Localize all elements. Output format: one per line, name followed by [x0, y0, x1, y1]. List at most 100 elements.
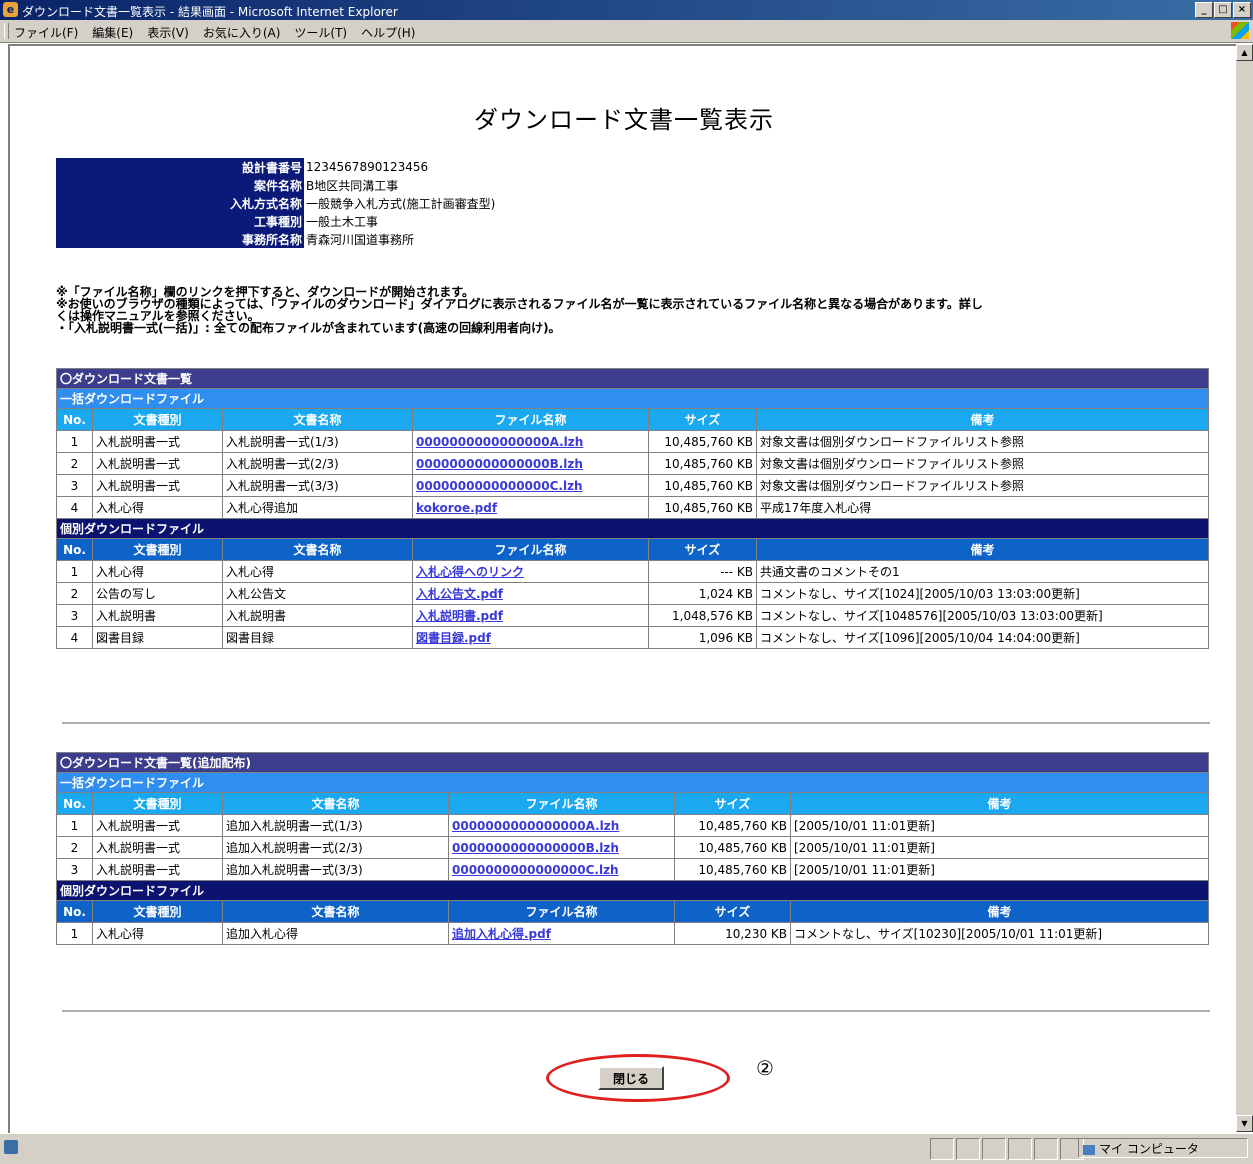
- close-window-button[interactable]: ×: [1233, 2, 1251, 18]
- file-download-link[interactable]: 追加入札心得.pdf: [452, 927, 551, 941]
- doc-type-cell: 公告の写し: [92, 582, 223, 605]
- file-download-link[interactable]: 0000000000000000B.lzh: [452, 841, 619, 855]
- file-name-cell: 0000000000000000A.lzh: [448, 814, 675, 837]
- col-header-size: サイズ: [674, 900, 791, 923]
- file-download-link[interactable]: 0000000000000000A.lzh: [416, 435, 583, 449]
- col-header-note: 備考: [756, 538, 1209, 561]
- row-number: 1: [56, 560, 93, 583]
- col-header-type: 文書種別: [92, 538, 223, 561]
- page-viewport: ダウンロード文書一覧表示 設計書番号 1234567890123456 案件名称 B…: [8, 44, 1238, 1134]
- individual-download-heading: 個別ダウンロードファイル: [56, 880, 1209, 901]
- file-download-link[interactable]: kokoroe.pdf: [416, 501, 497, 515]
- menu-edit[interactable]: 編集(E): [92, 24, 133, 41]
- file-download-link[interactable]: 入札心得へのリンク: [416, 565, 524, 579]
- minimize-button[interactable]: _: [1195, 2, 1213, 18]
- col-header-note: 備考: [790, 900, 1209, 923]
- info-row: 工事種別 一般土木工事: [56, 212, 497, 230]
- table-row: 1 入札説明書一式 追加入札説明書一式(1/3) 0000000000000000A.…: [56, 814, 1209, 837]
- info-label: 案件名称: [56, 176, 304, 194]
- note-line: ・「入札説明書一式(一括)」: 全ての配布ファイルが含まれています(高速の回線利…: [56, 321, 561, 335]
- file-name-cell: 追加入札心得.pdf: [448, 922, 675, 945]
- doc-type-cell: 入札説明書: [92, 604, 223, 627]
- menu-tools[interactable]: ツール(T): [294, 24, 347, 41]
- status-pane: [1008, 1138, 1032, 1160]
- file-download-link[interactable]: 図書目録.pdf: [416, 631, 491, 645]
- bulk-download-heading: 一括ダウンロードファイル: [56, 772, 1209, 793]
- file-download-link[interactable]: 0000000000000000C.lzh: [416, 479, 583, 493]
- doc-name-cell: 入札心得: [222, 560, 413, 583]
- table-row: 1 入札心得 追加入札心得 追加入札心得.pdf 10,230 KB コメントなし、サイズ…: [56, 922, 1209, 945]
- col-header-size: サイズ: [648, 538, 757, 561]
- file-size-cell: 10,485,760 KB: [674, 858, 791, 881]
- table-section-title: 〇ダウンロード文書一覧(追加配布): [56, 752, 1209, 773]
- info-value: 1234567890123456: [306, 160, 429, 174]
- file-download-link[interactable]: 0000000000000000A.lzh: [452, 819, 619, 833]
- table-row: 3 入札説明書一式 追加入札説明書一式(3/3) 0000000000000000C.…: [56, 858, 1209, 881]
- row-number: 4: [56, 496, 93, 519]
- table-header-row: No. 文書種別 文書名称 ファイル名称 サイズ 備考: [56, 538, 1209, 561]
- doc-name-cell: 入札説明書一式(3/3): [222, 474, 413, 497]
- window-titlebar: e ダウンロード文書一覧表示 - 結果画面 - Microsoft Intern…: [0, 0, 1253, 20]
- close-button[interactable]: 閉じる: [598, 1066, 664, 1090]
- col-header-size: サイズ: [648, 408, 757, 431]
- file-name-cell: 入札心得へのリンク: [412, 560, 649, 583]
- ie-logo-icon: e: [3, 2, 18, 17]
- file-name-cell: kokoroe.pdf: [412, 496, 649, 519]
- file-size-cell: --- KB: [648, 560, 757, 583]
- page-status-icon: [4, 1140, 18, 1154]
- status-panes: [930, 1138, 1084, 1160]
- menu-view[interactable]: 表示(V): [147, 24, 189, 41]
- toolbar-grip: [4, 23, 9, 39]
- table-row: 1 入札心得 入札心得 入札心得へのリンク --- KB 共通文書のコメントその1: [56, 560, 1209, 583]
- doc-name-cell: 図書目録: [222, 626, 413, 649]
- file-download-link[interactable]: 入札説明書.pdf: [416, 609, 503, 623]
- table-row: 3 入札説明書一式 入札説明書一式(3/3) 0000000000000000C.lz…: [56, 474, 1209, 497]
- doc-type-cell: 図書目録: [92, 626, 223, 649]
- maximize-button[interactable]: □: [1214, 2, 1232, 18]
- file-download-link[interactable]: 0000000000000000C.lzh: [452, 863, 619, 877]
- doc-name-cell: 入札説明書一式(2/3): [222, 452, 413, 475]
- table-row: 1 入札説明書一式 入札説明書一式(1/3) 0000000000000000A.lz…: [56, 430, 1209, 453]
- doc-name-cell: 入札心得追加: [222, 496, 413, 519]
- scroll-down-icon[interactable]: ▼: [1236, 1115, 1253, 1132]
- doc-type-cell: 入札説明書一式: [92, 474, 223, 497]
- individual-download-heading: 個別ダウンロードファイル: [56, 518, 1209, 539]
- file-download-link[interactable]: 0000000000000000B.lzh: [416, 457, 583, 471]
- file-download-link[interactable]: 入札公告文.pdf: [416, 587, 503, 601]
- download-list-table: 〇ダウンロード文書一覧 一括ダウンロードファイル No. 文書種別 文書名称 フ…: [56, 368, 1209, 649]
- file-name-cell: 0000000000000000B.lzh: [412, 452, 649, 475]
- row-number: 2: [56, 836, 93, 859]
- file-size-cell: 1,024 KB: [648, 582, 757, 605]
- info-label: 工事種別: [56, 212, 304, 230]
- page-title: ダウンロード文書一覧表示: [474, 106, 774, 134]
- table-header-row: No. 文書種別 文書名称 ファイル名称 サイズ 備考: [56, 408, 1209, 431]
- section-divider: [62, 722, 1210, 724]
- scroll-up-icon[interactable]: ▲: [1236, 44, 1253, 61]
- file-name-cell: 0000000000000000B.lzh: [448, 836, 675, 859]
- note-cell: コメントなし、サイズ[1096][2005/10/04 14:04:00更新]: [756, 626, 1209, 649]
- note-cell: コメントなし、サイズ[1024][2005/10/03 13:03:00更新]: [756, 582, 1209, 605]
- row-number: 1: [56, 430, 93, 453]
- status-pane: [982, 1138, 1006, 1160]
- col-header-type: 文書種別: [92, 408, 223, 431]
- col-header-no: No.: [56, 792, 93, 815]
- menu-file[interactable]: ファイル(F): [14, 24, 78, 41]
- col-header-note: 備考: [790, 792, 1209, 815]
- download-notes: ※「ファイル名称」欄のリンクを押下すると、ダウンロードが開始されます。 ※お使い…: [56, 286, 1216, 334]
- menu-help[interactable]: ヘルプ(H): [361, 24, 415, 41]
- table-section-title: 〇ダウンロード文書一覧: [56, 368, 1209, 389]
- col-header-name: 文書名称: [222, 538, 413, 561]
- menu-favorites[interactable]: お気に入り(A): [203, 24, 281, 41]
- col-header-type: 文書種別: [92, 900, 223, 923]
- doc-type-cell: 入札心得: [92, 922, 223, 945]
- row-number: 1: [56, 814, 93, 837]
- col-header-file: ファイル名称: [412, 538, 649, 561]
- info-label: 入札方式名称: [56, 194, 304, 212]
- table-header-row: No. 文書種別 文書名称 ファイル名称 サイズ 備考: [56, 900, 1209, 923]
- doc-name-cell: 入札説明書一式(1/3): [222, 430, 413, 453]
- zone-label: マイ コンピュータ: [1099, 1142, 1199, 1156]
- vertical-scrollbar[interactable]: ▲ ▼: [1236, 44, 1253, 1132]
- table-row: 4 入札心得 入札心得追加 kokoroe.pdf 10,485,760 KB 平成17年…: [56, 496, 1209, 519]
- table-row: 2 入札説明書一式 追加入札説明書一式(2/3) 0000000000000000B.…: [56, 836, 1209, 859]
- col-header-type: 文書種別: [92, 792, 223, 815]
